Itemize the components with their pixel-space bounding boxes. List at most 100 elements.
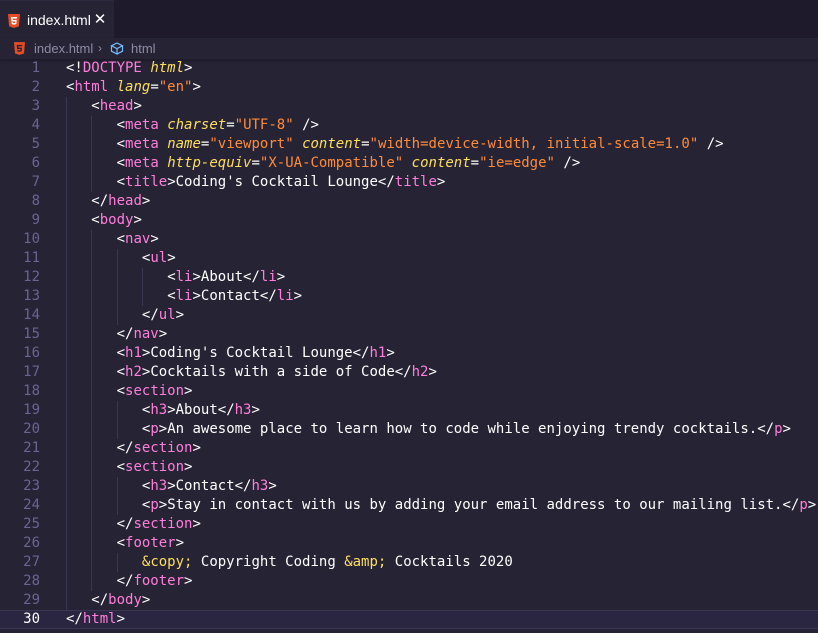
code-token: > xyxy=(192,79,201,95)
indent-guide xyxy=(66,287,67,306)
code-line[interactable]: 17 <h2>Cocktails with a side of Code</h2> xyxy=(0,363,818,382)
code-text: <h3>Contact</h3> xyxy=(142,477,277,496)
code-line[interactable]: 7 <title>Coding's Cocktail Lounge</title> xyxy=(0,173,818,192)
code-token: > xyxy=(184,459,193,475)
code-line[interactable]: 10 <nav> xyxy=(0,230,818,249)
indent-guide xyxy=(116,401,118,420)
code-token: /> xyxy=(293,117,319,133)
code-line[interactable]: 16 <h1>Coding's Cocktail Lounge</h1> xyxy=(0,344,818,363)
code-token: </ xyxy=(141,307,159,323)
code-line[interactable]: 12 <li>About</li> xyxy=(0,268,818,287)
code-line[interactable]: 21 </section> xyxy=(0,439,818,458)
code-token: < xyxy=(116,155,126,171)
code-token: </ xyxy=(116,326,134,342)
code-line[interactable]: 29 </body> xyxy=(0,591,818,610)
code-token: >Cocktails with a side of Code</ xyxy=(141,364,412,380)
code-token: > xyxy=(184,383,193,399)
code-token: </ xyxy=(116,440,134,456)
indent-guide xyxy=(66,249,67,268)
code-line[interactable]: 18 <section> xyxy=(0,382,818,401)
code-token: < xyxy=(116,459,126,475)
indent-guide xyxy=(91,496,93,515)
code-line[interactable]: 28 </footer> xyxy=(0,572,818,591)
tab-index-html[interactable]: index.html ✕ xyxy=(0,0,114,38)
code-token: >About</ xyxy=(192,269,260,285)
indent-guide xyxy=(66,154,67,173)
code-line[interactable]: 3 <head> xyxy=(0,97,818,116)
code-line[interactable]: 20 <p>An awesome place to learn how to co… xyxy=(0,420,818,439)
chevron-right-icon: › xyxy=(98,41,102,55)
code-token: head xyxy=(99,98,134,114)
code-line[interactable]: 30 </html> xyxy=(0,610,818,629)
code-text: </nav> xyxy=(117,325,168,344)
code-text: </head> xyxy=(91,192,150,211)
code-token: html xyxy=(150,60,185,76)
code-token: h2 xyxy=(411,364,429,380)
indent-guide xyxy=(66,116,67,135)
code-token: > xyxy=(158,326,168,342)
code-text: <meta charset="UTF-8" /> xyxy=(117,116,319,135)
code-line[interactable]: 8 </head> xyxy=(0,192,818,211)
code-token: > xyxy=(782,421,791,437)
code-token: p xyxy=(799,497,808,513)
indent-guide xyxy=(66,477,67,496)
code-line[interactable]: 26 <footer> xyxy=(0,534,818,553)
code-token: = xyxy=(470,155,480,171)
code-token: meta xyxy=(125,155,159,171)
code-line[interactable]: 5 <meta name="viewport" content="width=de… xyxy=(0,135,818,154)
code-line[interactable]: 19 <h3>About</h3> xyxy=(0,401,818,420)
code-text: <meta http-equiv="X-UA-Compatible" conte… xyxy=(117,154,581,173)
indent-guide xyxy=(91,173,93,192)
code-text: <li>About</li> xyxy=(167,268,285,287)
indent-guide xyxy=(116,496,118,515)
code-line[interactable]: 9 <body> xyxy=(0,211,818,230)
code-token: li xyxy=(175,288,193,304)
code-text: <body> xyxy=(91,211,142,230)
code-line[interactable]: 2 <html lang="en"> xyxy=(0,78,818,97)
code-token: > xyxy=(133,212,142,228)
code-line[interactable]: 13 <li>Contact</li> xyxy=(0,287,818,306)
close-icon[interactable]: ✕ xyxy=(93,11,107,27)
code-text: <h2>Cocktails with a side of Code</h2> xyxy=(117,363,437,382)
code-token: "X-UA-Compatible" xyxy=(259,155,404,171)
code-text: <footer> xyxy=(117,534,184,553)
code-token: < xyxy=(91,212,100,228)
code-token: > xyxy=(141,592,151,608)
breadcrumb: index.html › html xyxy=(0,38,818,59)
code-line[interactable]: 23 <h3>Contact</h3> xyxy=(0,477,818,496)
code-line[interactable]: 6 <meta http-equiv="X-UA-Compatible" cont… xyxy=(0,154,818,173)
line-number: 7 xyxy=(31,174,40,190)
code-line[interactable]: 25 </section> xyxy=(0,515,818,534)
code-line[interactable]: 14 </ul> xyxy=(0,306,818,325)
code-editor[interactable]: 1 <!DOCTYPE html> 2 <html lang="en"> 3 <head>… xyxy=(0,59,818,633)
code-text: <nav> xyxy=(117,230,159,249)
code-text: </section> xyxy=(117,439,201,458)
code-line[interactable]: 15 </nav> xyxy=(0,325,818,344)
code-line[interactable]: 24 <p>Stay in contact with us by adding y… xyxy=(0,496,818,515)
line-number: 1 xyxy=(31,60,40,76)
indent-guide xyxy=(66,515,67,534)
code-token: </ xyxy=(91,193,109,209)
code-line[interactable]: 22 <section> xyxy=(0,458,818,477)
code-token: > xyxy=(184,573,193,589)
code-line[interactable]: 4 <meta charset="UTF-8" /> xyxy=(0,116,818,135)
code-text: </body> xyxy=(91,591,150,610)
indent-guide xyxy=(91,439,93,458)
code-line[interactable]: 11 <ul> xyxy=(0,249,818,268)
breadcrumb-file[interactable]: index.html xyxy=(34,41,93,56)
cube-icon xyxy=(110,42,124,55)
code-text: <html lang="en"> xyxy=(66,78,201,97)
indent-guide xyxy=(91,306,93,325)
code-line[interactable]: 27 &copy; Copyright Coding &amp; Cocktail… xyxy=(0,553,818,572)
breadcrumb-element[interactable]: html xyxy=(131,41,156,56)
code-token: name xyxy=(167,136,201,152)
code-token: > xyxy=(175,535,185,551)
code-token: >Stay in contact with us by adding your … xyxy=(158,497,800,513)
line-number: 5 xyxy=(31,136,40,152)
indent-guide xyxy=(66,325,67,344)
code-text: <head> xyxy=(91,97,142,116)
code-token: h1 xyxy=(125,345,142,361)
code-line[interactable]: 1 <!DOCTYPE html> xyxy=(0,59,818,78)
indent-guide xyxy=(66,496,67,515)
